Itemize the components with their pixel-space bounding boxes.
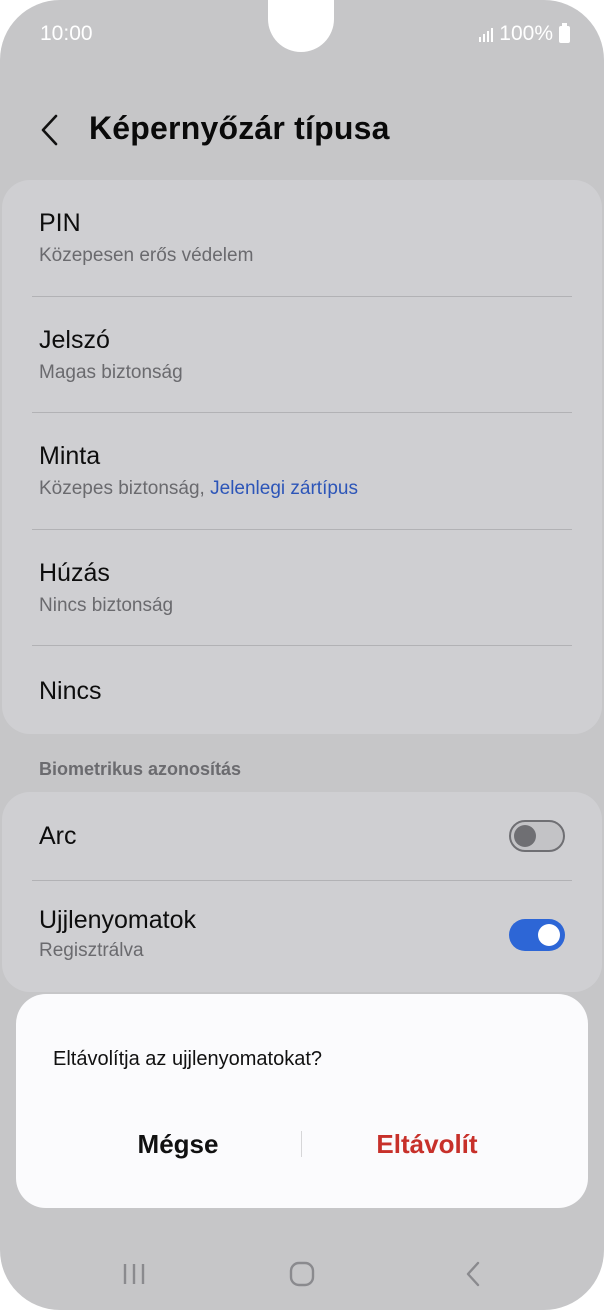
option-subtitle: Közepes biztonság, Jelenlegi zártípus	[39, 477, 602, 501]
home-button[interactable]	[272, 1254, 332, 1294]
biometrics-list: Arc Ujjlenyomatok Regisztrálva	[2, 792, 602, 992]
option-subtitle: Magas biztonság	[39, 362, 183, 383]
option-subtitle-text: Közepes biztonság,	[39, 478, 211, 499]
signal-bars-icon	[479, 26, 494, 42]
remove-button[interactable]: Eltávolít	[312, 1124, 542, 1164]
phone-screen: 10:00 100% Képernyőzár típusa PIN Közepe…	[0, 0, 604, 1310]
option-pin[interactable]: PIN Közepesen erős védelem	[2, 208, 602, 268]
toggle-knob	[514, 825, 536, 847]
divider	[32, 880, 572, 881]
option-title: Húzás	[39, 559, 110, 587]
divider	[32, 529, 572, 530]
page-title: Képernyőzár típusa	[89, 110, 390, 146]
option-subtitle: Nincs biztonság	[39, 595, 174, 616]
option-none[interactable]: Nincs	[2, 676, 602, 706]
section-label-biometrics: Biometrikus azonosítás	[39, 759, 242, 779]
battery-icon	[559, 22, 570, 43]
toggle-knob	[538, 924, 560, 946]
back-button[interactable]	[30, 108, 70, 152]
system-navigation-bar	[0, 1240, 604, 1310]
back-chevron-icon	[466, 1261, 480, 1287]
current-lock-type-label: Jelenlegi zártípus	[210, 478, 358, 499]
battery-percent: 100%	[499, 22, 553, 45]
divider	[32, 412, 572, 413]
lock-type-list: PIN Közepesen erős védelem Jelszó Magas …	[2, 180, 602, 734]
option-password[interactable]: Jelszó Magas biztonság	[2, 325, 602, 385]
option-title: Minta	[39, 442, 101, 470]
button-separator	[301, 1131, 302, 1157]
camera-notch	[268, 0, 334, 52]
nav-back-button[interactable]	[443, 1254, 503, 1294]
option-title: PIN	[39, 209, 81, 237]
option-swipe[interactable]: Húzás Nincs biztonság	[2, 558, 602, 618]
chevron-left-icon	[41, 114, 58, 146]
remove-fingerprints-dialog: Eltávolítja az ujjlenyomatokat? Mégse El…	[16, 994, 588, 1208]
option-subtitle: Közepesen erős védelem	[39, 245, 254, 266]
status-bar: 10:00 100%	[0, 0, 604, 70]
app-header: Képernyőzár típusa	[0, 100, 604, 160]
divider	[32, 296, 572, 297]
fingerprints-toggle[interactable]	[509, 919, 565, 951]
dialog-message: Eltávolítja az ujjlenyomatokat?	[53, 1048, 323, 1070]
recents-button[interactable]	[104, 1254, 164, 1294]
option-pattern[interactable]: Minta Közepes biztonság, Jelenlegi zártí…	[2, 441, 602, 501]
divider	[32, 645, 572, 646]
face-toggle[interactable]	[509, 820, 565, 852]
cancel-button[interactable]: Mégse	[63, 1124, 293, 1164]
option-title: Jelszó	[39, 326, 110, 354]
recents-icon	[123, 1264, 145, 1284]
status-indicators: 100%	[479, 22, 570, 46]
option-title: Nincs	[39, 677, 102, 705]
status-time: 10:00	[40, 22, 93, 45]
home-icon	[289, 1261, 315, 1287]
